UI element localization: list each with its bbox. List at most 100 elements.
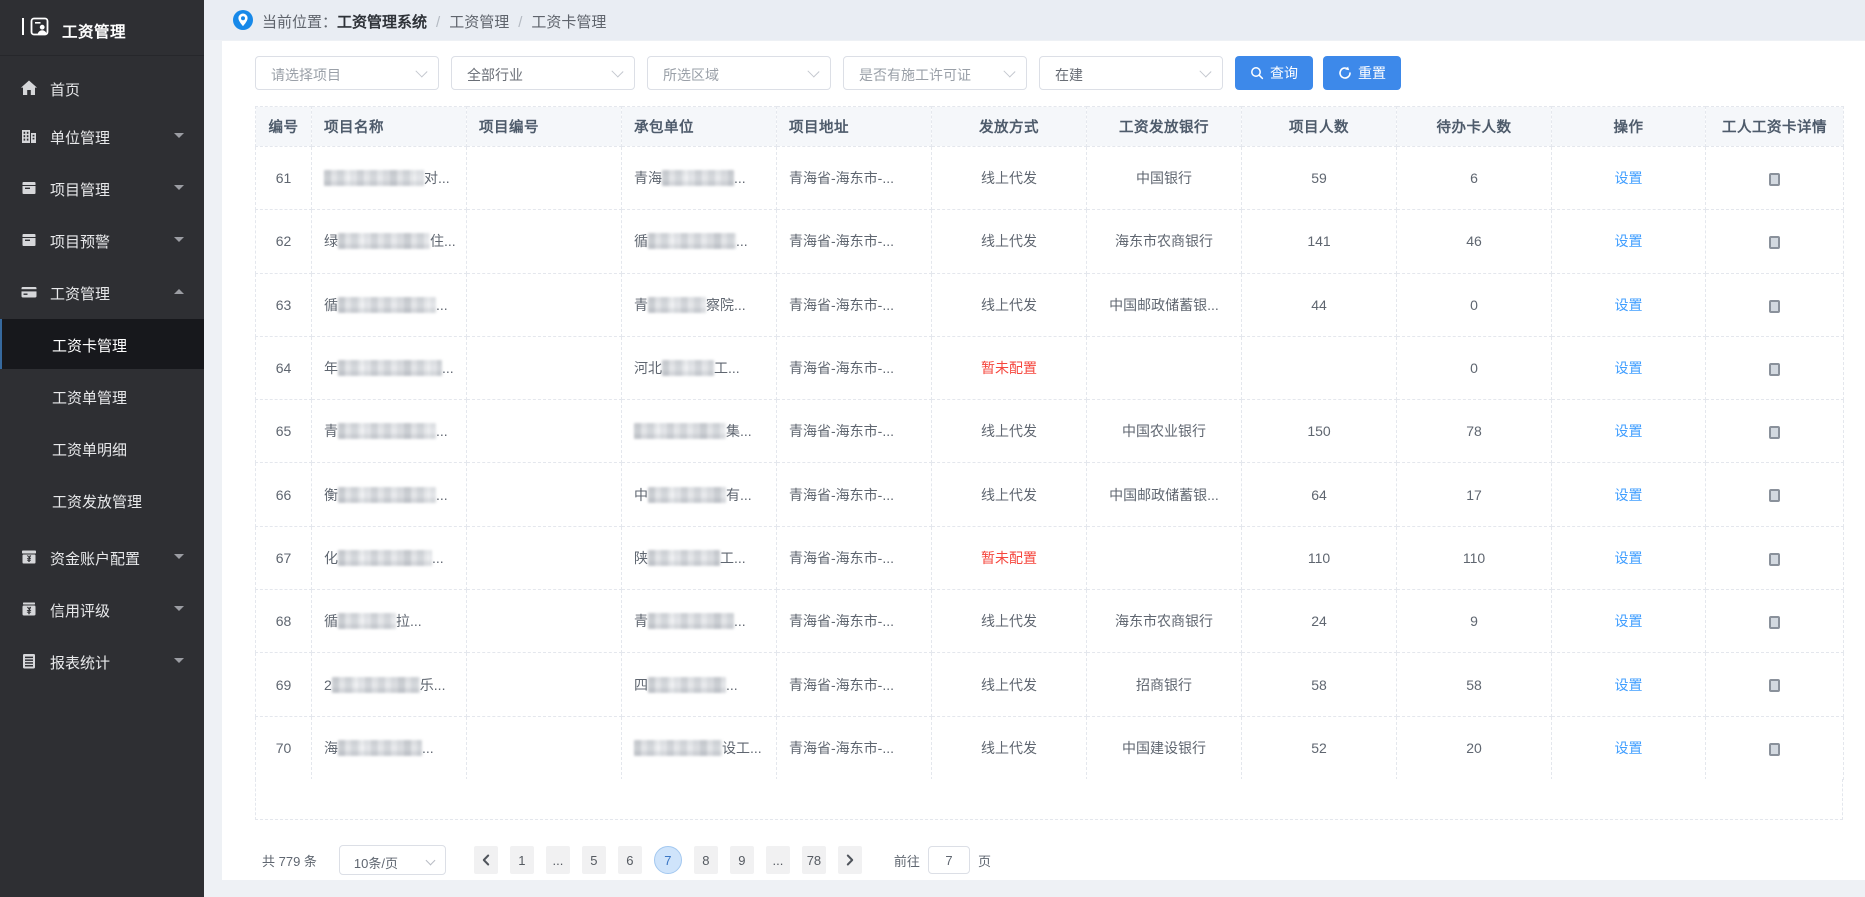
prev-page-button[interactable]	[474, 846, 498, 874]
sidebar-item-工资管理[interactable]: 工资管理	[0, 267, 204, 317]
settings-link[interactable]: 设置	[1615, 233, 1643, 249]
settings-link[interactable]: 设置	[1615, 613, 1643, 629]
sidebar-subitem-工资单管理[interactable]: 工资单管理	[0, 371, 204, 421]
filter-select-4[interactable]: 是否有施工许可证	[843, 56, 1027, 90]
wage-card-detail-icon[interactable]	[1769, 236, 1780, 249]
sidebar-item-label: 资金账户配置	[50, 548, 140, 569]
page-button-5[interactable]: 5	[582, 846, 606, 874]
sidebar-item-项目管理[interactable]: 项目管理	[0, 163, 204, 213]
cell-detail	[1706, 653, 1844, 716]
cell-action: 设置	[1552, 336, 1706, 399]
settings-link[interactable]: 设置	[1615, 487, 1643, 503]
wage-card-detail-icon[interactable]	[1769, 173, 1780, 186]
settings-link[interactable]: 设置	[1615, 677, 1643, 693]
sidebar-item-单位管理[interactable]: 单位管理	[0, 111, 204, 161]
column-header-项目编号: 项目编号	[467, 107, 622, 147]
main-area: 当前位置：工资管理系统/工资管理/工资卡管理 请选择项目全部行业所选区域是否有施…	[204, 0, 1865, 897]
wage-card-detail-icon[interactable]	[1769, 363, 1780, 376]
wage-card-detail-icon[interactable]	[1769, 426, 1780, 439]
pagination: 共 779 条10条/页1...56789...78前往7页	[262, 845, 991, 875]
goto-suffix: 页	[978, 851, 991, 870]
cell-project-code	[467, 463, 622, 526]
sidebar-item-报表统计[interactable]: 报表统计	[0, 636, 204, 686]
settings-link[interactable]: 设置	[1615, 740, 1643, 756]
wage-card-detail-icon[interactable]	[1769, 489, 1780, 502]
cell-method: 线上代发	[932, 147, 1087, 210]
sidebar-item-首页[interactable]: 首页	[0, 63, 204, 113]
cell-pending: 20	[1397, 716, 1552, 779]
cell-project-name: 青...	[312, 400, 467, 463]
cell-address: 青海省-海东市-...	[777, 147, 932, 210]
breadcrumb-crumb[interactable]: 工资管理	[449, 14, 509, 31]
filter-select-2[interactable]: 全部行业	[451, 56, 635, 90]
sidebar-subitem-工资卡管理[interactable]: 工资卡管理	[0, 319, 204, 369]
home-icon	[20, 79, 38, 97]
cell-method: 线上代发	[932, 653, 1087, 716]
wage-card-detail-icon[interactable]	[1769, 616, 1780, 629]
sidebar-item-资金账户配置[interactable]: 资金账户配置	[0, 532, 204, 582]
filter-select-5[interactable]: 在建	[1039, 56, 1223, 90]
page-button-7[interactable]: 7	[654, 846, 682, 874]
settings-link[interactable]: 设置	[1615, 297, 1643, 313]
cell-contractor: 青...	[622, 590, 777, 653]
method-text: 线上代发	[981, 613, 1037, 629]
sidebar-subitem-工资发放管理[interactable]: 工资发放管理	[0, 475, 204, 525]
page-ellipsis[interactable]: ...	[546, 846, 570, 874]
cell-project-name: 对...	[312, 147, 467, 210]
sidebar-subitem-工资单明细[interactable]: 工资单明细	[0, 423, 204, 473]
cell-people: 150	[1242, 400, 1397, 463]
report-icon	[20, 652, 38, 670]
sidebar-item-label: 工资管理	[50, 283, 110, 304]
page-button-78[interactable]: 78	[802, 846, 826, 874]
filter-select-1[interactable]: 请选择项目	[255, 56, 439, 90]
filter-select-3[interactable]: 所选区域	[647, 56, 831, 90]
breadcrumb-crumb[interactable]: 工资卡管理	[531, 14, 606, 31]
cell-project-name: 绿住...	[312, 210, 467, 273]
chevron-down-icon	[174, 185, 184, 190]
sidebar-item-label: 信用评级	[50, 600, 110, 621]
settings-link[interactable]: 设置	[1615, 360, 1643, 376]
sidebar-item-项目预警[interactable]: 项目预警	[0, 215, 204, 265]
chevron-down-icon	[174, 658, 184, 663]
settings-link[interactable]: 设置	[1615, 550, 1643, 566]
chevron-down-icon	[807, 65, 819, 77]
page-ellipsis[interactable]: ...	[766, 846, 790, 874]
chevron-down-icon	[611, 65, 623, 77]
wage-card-detail-icon[interactable]	[1769, 553, 1780, 566]
page-button-6[interactable]: 6	[618, 846, 642, 874]
page-button-9[interactable]: 9	[730, 846, 754, 874]
column-header-项目名称: 项目名称	[312, 107, 467, 147]
goto-page-input[interactable]: 7	[928, 846, 970, 874]
breadcrumb-separator: /	[509, 14, 531, 31]
censored-text	[338, 360, 442, 376]
censored-text	[662, 170, 734, 186]
table-header-row: 编号项目名称项目编号承包单位项目地址发放方式工资发放银行项目人数待办卡人数操作工…	[256, 107, 1844, 147]
app-title: 工资管理	[62, 20, 126, 42]
table-row: 61对...青海...青海省-海东市-...线上代发中国银行596设置	[256, 147, 1844, 210]
chevron-down-icon	[174, 133, 184, 138]
breadcrumb-system: 工资管理系统	[337, 14, 427, 31]
cell-action: 设置	[1552, 210, 1706, 273]
page-button-8[interactable]: 8	[694, 846, 718, 874]
page-size-select[interactable]: 10条/页	[339, 845, 446, 875]
censored-text	[338, 740, 422, 756]
settings-link[interactable]: 设置	[1615, 170, 1643, 186]
cell-address: 青海省-海东市-...	[777, 590, 932, 653]
sidebar-item-label: 项目管理	[50, 179, 110, 200]
page-button-1[interactable]: 1	[510, 846, 534, 874]
wage-card-detail-icon[interactable]	[1769, 679, 1780, 692]
cell-contractor: 陕工...	[622, 526, 777, 589]
wage-card-detail-icon[interactable]	[1769, 300, 1780, 313]
next-page-button[interactable]	[838, 846, 862, 874]
cell-pending: 46	[1397, 210, 1552, 273]
yen-window-icon	[20, 548, 38, 566]
cell-method: 线上代发	[932, 716, 1087, 779]
cell-bank: 中国邮政储蓄银...	[1087, 463, 1242, 526]
reset-button[interactable]: 重置	[1323, 56, 1401, 90]
sidebar-item-信用评级[interactable]: 信用评级	[0, 584, 204, 634]
chevron-up-icon	[174, 289, 184, 294]
settings-link[interactable]: 设置	[1615, 423, 1643, 439]
query-button[interactable]: 查询	[1235, 56, 1313, 90]
wage-card-detail-icon[interactable]	[1769, 743, 1780, 756]
credit-card-icon	[20, 283, 38, 301]
